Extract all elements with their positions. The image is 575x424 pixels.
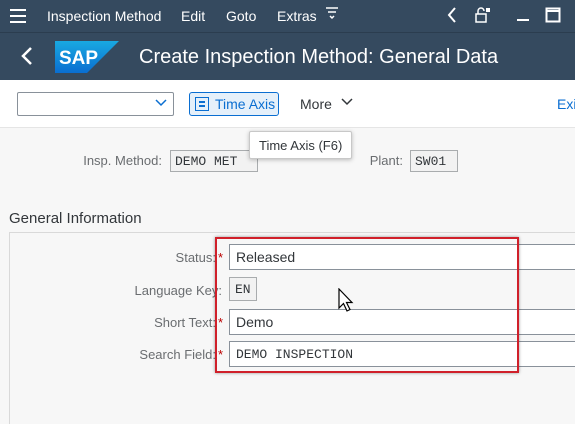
time-axis-tooltip: Time Axis (F6) [249,131,353,159]
insp-method-label: Insp. Method: [83,153,162,168]
section-title: General Information [9,210,142,227]
svg-text:SAP: SAP [59,48,98,69]
overflow-icon[interactable] [325,5,339,26]
menu-bar: Inspection Method Edit Goto Extras [0,0,575,32]
time-axis-button[interactable]: Time Axis [189,92,279,116]
toolbar: Time Axis More Exi [0,80,575,128]
highlight-box [215,237,519,373]
back-icon[interactable] [20,45,34,73]
menu-extras[interactable]: Extras [277,8,317,24]
command-dropdown[interactable] [17,92,174,116]
more-chevron-icon[interactable] [341,95,353,110]
time-axis-icon [195,97,209,111]
menu-inspection-method[interactable]: Inspection Method [47,8,161,24]
insp-method-field[interactable]: DEMO MET [170,150,258,172]
back-arrow-icon[interactable] [446,6,458,29]
plant-field[interactable]: SW01 [410,150,458,172]
sap-logo: SAP [55,41,119,73]
more-button[interactable]: More [300,96,332,112]
chevron-down-icon[interactable] [155,96,167,111]
exit-button[interactable]: Exi [557,96,575,112]
language-key-label: Language Key: [134,283,222,298]
minimize-icon[interactable] [515,7,531,28]
search-field-label: Search Field: [139,347,216,362]
lock-icon[interactable] [473,6,491,29]
status-label: Status: [175,250,216,265]
mouse-cursor-icon [338,287,354,319]
short-text-label: Short Text: [154,315,216,330]
maximize-icon[interactable] [545,7,561,28]
menu-edit[interactable]: Edit [181,8,205,24]
title-bar: SAP Create Inspection Method: General Da… [0,32,575,80]
plant-label: Plant: [369,153,403,168]
menu-icon[interactable] [10,9,26,23]
time-axis-label: Time Axis [215,96,276,112]
menu-goto[interactable]: Goto [226,8,256,24]
page-title: Create Inspection Method: General Data [139,46,499,68]
